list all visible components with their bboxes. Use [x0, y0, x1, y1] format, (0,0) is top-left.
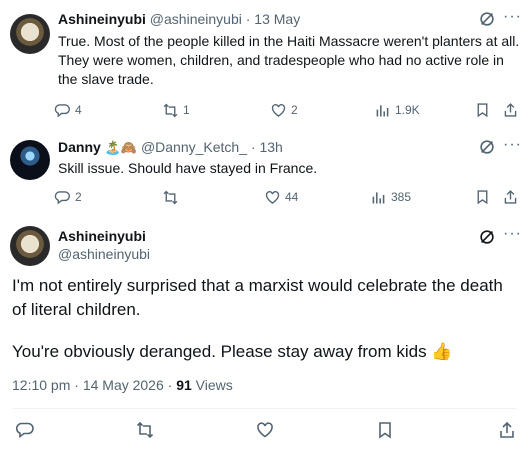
more-icon[interactable]: ···	[503, 136, 522, 154]
action-bar: 4 1 2 1.9K	[54, 100, 520, 120]
author-handle[interactable]: @ashineinyubi	[58, 246, 150, 262]
divider	[12, 408, 517, 409]
share-icon[interactable]	[502, 187, 519, 207]
grok-icon[interactable]	[478, 10, 496, 28]
like-icon	[265, 190, 280, 204]
tweet-text: Skill issue. Should have stayed in Franc…	[58, 160, 318, 176]
grok-icon[interactable]	[478, 138, 496, 156]
like-button[interactable]: 44	[264, 187, 298, 207]
views-count: 385	[391, 190, 412, 204]
avatar[interactable]	[10, 14, 50, 54]
repost-icon[interactable]	[135, 420, 155, 440]
like-count: 44	[285, 190, 299, 204]
repost-count: 1	[183, 103, 190, 117]
reply-icon	[54, 190, 70, 204]
tweet-text-paragraph-1: I'm not entirely surprised that a marxis…	[12, 276, 503, 319]
share-icon[interactable]	[497, 420, 517, 440]
main-action-bar	[0, 420, 529, 442]
tweet-text-paragraph-2: You're obviously deranged. Please stay a…	[12, 342, 453, 361]
views-icon	[372, 191, 385, 203]
reply-count: 2	[75, 190, 82, 204]
author-name[interactable]: Ashineinyubi	[58, 228, 146, 244]
repost-icon	[163, 190, 178, 204]
bookmark-icon[interactable]	[474, 100, 491, 120]
reply-icon[interactable]	[15, 420, 35, 440]
repost-button[interactable]	[162, 187, 183, 207]
reply-count: 4	[75, 103, 82, 117]
author-handle[interactable]: @Danny_Ketch_	[141, 139, 247, 155]
avatar[interactable]	[10, 140, 50, 180]
like-count: 2	[291, 103, 298, 117]
reply-icon	[54, 103, 70, 117]
action-bar: 2 44 385	[54, 187, 520, 207]
tweet-time[interactable]: · 13 May	[246, 11, 300, 27]
tweet-text: True. Most of the people killed in the H…	[58, 33, 520, 87]
views-button[interactable]: 1.9K	[374, 100, 420, 120]
avatar[interactable]	[10, 226, 50, 266]
like-icon	[271, 103, 286, 117]
bookmark-icon[interactable]	[375, 420, 395, 440]
like-button[interactable]: 2	[270, 100, 298, 120]
author-name[interactable]: Ashineinyubi	[58, 11, 146, 27]
views-number: 91	[176, 377, 192, 393]
timestamp-text: 12:10 pm · 14 May 2026 ·	[12, 377, 177, 393]
tweet-timestamp[interactable]: 12:10 pm · 14 May 2026 · 91 Views	[12, 377, 233, 393]
grok-icon[interactable]	[478, 228, 496, 246]
more-icon[interactable]: ···	[503, 225, 522, 243]
author-handle[interactable]: @ashineinyubi	[150, 11, 242, 27]
repost-button[interactable]: 1	[162, 100, 190, 120]
tweet-header: Ashineinyubi @ashineinyubi · 13 May	[58, 10, 300, 28]
tweet-header: Danny 🏝️🙈 @Danny_Ketch_ · 13h	[58, 138, 283, 157]
like-icon[interactable]	[255, 420, 275, 440]
repost-icon	[163, 103, 178, 117]
views-button[interactable]: 385	[370, 187, 411, 207]
reply-button[interactable]: 4	[54, 100, 82, 120]
bookmark-icon[interactable]	[474, 187, 491, 207]
reply-button[interactable]: 2	[54, 187, 82, 207]
tweet-time[interactable]: · 13h	[251, 139, 283, 155]
views-count: 1.9K	[395, 103, 420, 117]
name-emoji: 🏝️🙈	[104, 140, 138, 155]
more-icon[interactable]: ···	[503, 8, 522, 26]
share-icon[interactable]	[502, 100, 519, 120]
views-label: Views	[191, 377, 233, 393]
author-name[interactable]: Danny	[58, 139, 101, 155]
views-icon	[376, 104, 389, 116]
